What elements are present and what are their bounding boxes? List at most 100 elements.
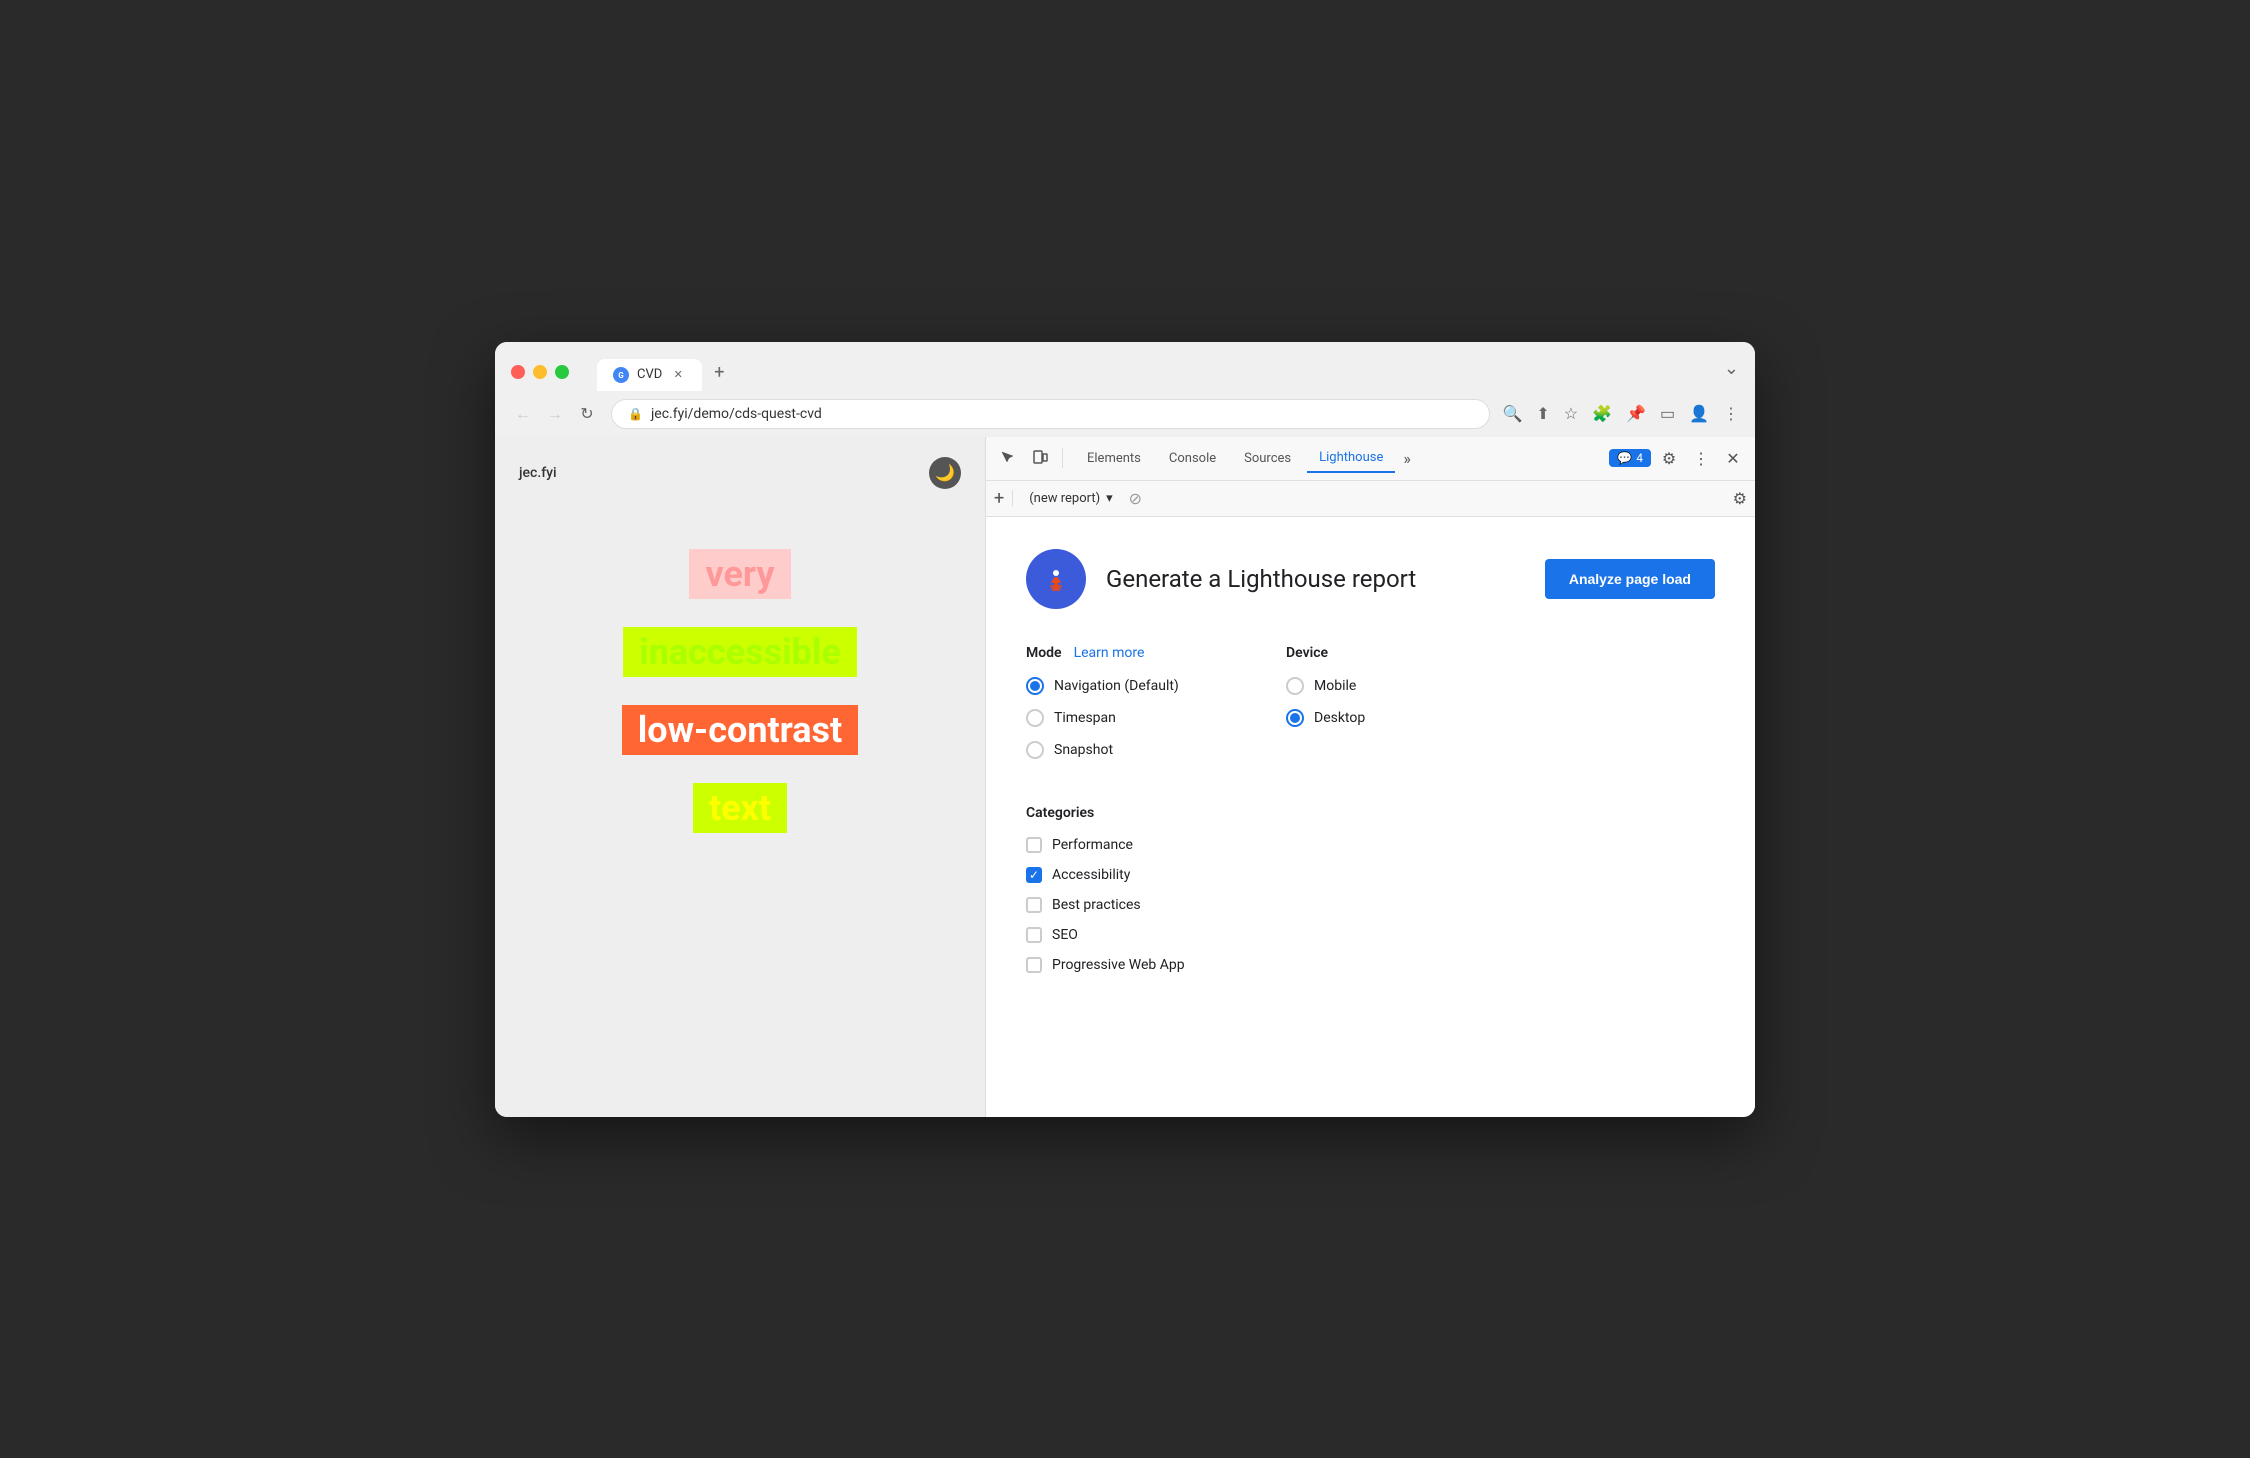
devtools-settings-button[interactable]: ⚙ (1655, 444, 1683, 472)
new-tab-button[interactable]: + (702, 354, 736, 391)
radio-timespan-label: Timespan (1054, 710, 1116, 726)
radio-navigation-circle (1026, 677, 1044, 695)
add-report-button[interactable]: + (994, 488, 1004, 509)
extensions-icon[interactable]: 🧩 (1592, 404, 1612, 423)
website-panel: jec.fyi 🌙 very inaccessible low-contrast… (495, 437, 985, 1117)
mode-label: Mode (1026, 645, 1062, 661)
device-desktop[interactable]: Desktop (1286, 709, 1486, 727)
traffic-lights (511, 365, 569, 379)
pin-icon[interactable]: 📌 (1626, 404, 1646, 423)
main-content: jec.fyi 🌙 very inaccessible low-contrast… (495, 437, 1755, 1117)
url-bar[interactable]: 🔒 jec.fyi/demo/cds-quest-cvd (611, 399, 1490, 429)
tab-console[interactable]: Console (1157, 445, 1228, 472)
lighthouse-content: Generate a Lighthouse report Analyze pag… (986, 517, 1755, 1117)
radio-navigation-label: Navigation (Default) (1054, 678, 1179, 694)
refresh-button[interactable]: ↻ (575, 404, 599, 423)
category-performance[interactable]: Performance (1026, 837, 1715, 853)
devtools-right-controls: 💬 4 ⚙ ⋮ ✕ (1609, 444, 1747, 472)
share-icon[interactable]: ⬆ (1536, 404, 1549, 423)
tab-label: CVD (637, 367, 662, 382)
checkbox-pwa-label: Progressive Web App (1052, 957, 1185, 973)
website-header: jec.fyi 🌙 (495, 457, 985, 509)
search-icon[interactable]: 🔍 (1502, 404, 1522, 423)
checkbox-seo (1026, 927, 1042, 943)
checkbox-accessibility-label: Accessibility (1052, 867, 1130, 883)
tab-close-button[interactable]: ✕ (670, 367, 686, 383)
options-row: Mode Learn more Navigation (Default) Tim… (1026, 645, 1715, 773)
mode-timespan[interactable]: Timespan (1026, 709, 1226, 727)
lighthouse-settings-button[interactable]: ⚙ (1733, 489, 1747, 508)
device-toolbar-button[interactable] (1026, 444, 1054, 472)
devtools-tabs: Elements Console Sources Lighthouse » (1075, 444, 1415, 473)
devtools-header: Elements Console Sources Lighthouse » (986, 437, 1755, 481)
demo-word-very: very (689, 549, 790, 599)
mode-snapshot[interactable]: Snapshot (1026, 741, 1226, 759)
category-seo[interactable]: SEO (1026, 927, 1715, 943)
forward-button[interactable]: → (543, 404, 567, 424)
radio-desktop-label: Desktop (1314, 710, 1365, 726)
console-badge[interactable]: 💬 4 (1609, 449, 1651, 467)
no-entry-icon[interactable]: ⊘ (1129, 489, 1142, 508)
device-mobile[interactable]: Mobile (1286, 677, 1486, 695)
mode-navigation[interactable]: Navigation (Default) (1026, 677, 1226, 695)
sidebar-icon[interactable]: ▭ (1660, 404, 1675, 423)
badge-icon: 💬 (1617, 451, 1632, 465)
badge-count: 4 (1636, 451, 1643, 465)
svg-text:G: G (618, 371, 624, 380)
traffic-light-yellow[interactable] (533, 365, 547, 379)
report-selector[interactable]: (new report) ▾ (1021, 487, 1120, 510)
radio-mobile-label: Mobile (1314, 678, 1356, 694)
more-tabs-button[interactable]: » (1399, 445, 1415, 472)
radio-timespan-circle (1026, 709, 1044, 727)
lock-icon: 🔒 (628, 407, 643, 421)
back-button[interactable]: ← (511, 404, 535, 424)
demo-word-inaccessible: inaccessible (623, 627, 857, 677)
header-separator-1 (1062, 448, 1063, 468)
category-best-practices[interactable]: Best practices (1026, 897, 1715, 913)
checkbox-best-practices (1026, 897, 1042, 913)
radio-snapshot-label: Snapshot (1054, 742, 1113, 758)
dropdown-icon: ▾ (1106, 491, 1113, 506)
category-accessibility[interactable]: ✓ Accessibility (1026, 867, 1715, 883)
profile-icon[interactable]: 👤 (1689, 404, 1709, 423)
analyze-page-load-button[interactable]: Analyze page load (1545, 559, 1715, 599)
tab-favicon: G (613, 367, 629, 383)
dark-mode-button[interactable]: 🌙 (929, 457, 961, 489)
site-title: jec.fyi (519, 465, 557, 481)
browser-tab-cvd[interactable]: G CVD ✕ (597, 359, 702, 391)
devtools-close-button[interactable]: ✕ (1719, 444, 1747, 472)
category-pwa[interactable]: Progressive Web App (1026, 957, 1715, 973)
report-placeholder: (new report) (1029, 491, 1100, 506)
mode-group: Mode Learn more Navigation (Default) Tim… (1026, 645, 1226, 773)
nav-buttons: ← → ↻ (511, 404, 599, 424)
traffic-light-green[interactable] (555, 365, 569, 379)
checkbox-seo-label: SEO (1052, 927, 1078, 943)
bookmark-icon[interactable]: ☆ (1564, 404, 1578, 423)
mode-header: Mode Learn more (1026, 645, 1226, 661)
tab-bar-dropdown[interactable]: ⌄ (1724, 358, 1739, 387)
browser-window: G CVD ✕ + ⌄ ← → ↻ 🔒 jec.fyi/demo/cds-que… (495, 342, 1755, 1117)
lighthouse-title: Generate a Lighthouse report (1106, 565, 1525, 593)
more-icon[interactable]: ⋮ (1723, 404, 1739, 423)
lighthouse-logo (1026, 549, 1086, 609)
categories-title: Categories (1026, 805, 1715, 821)
checkbox-performance-label: Performance (1052, 837, 1133, 853)
device-group: Device Mobile Desktop (1286, 645, 1486, 773)
device-label: Device (1286, 645, 1328, 661)
radio-snapshot-circle (1026, 741, 1044, 759)
tab-sources[interactable]: Sources (1232, 445, 1303, 472)
learn-more-link[interactable]: Learn more (1074, 645, 1145, 661)
checkbox-best-practices-label: Best practices (1052, 897, 1141, 913)
toolbar-separator (1012, 490, 1013, 506)
tab-lighthouse[interactable]: Lighthouse (1307, 444, 1395, 473)
device-header: Device (1286, 645, 1486, 661)
inspect-tool-button[interactable] (994, 444, 1022, 472)
devtools-more-button[interactable]: ⋮ (1687, 444, 1715, 472)
tab-elements[interactable]: Elements (1075, 445, 1153, 472)
checkbox-accessibility: ✓ (1026, 867, 1042, 883)
demo-word-text: text (693, 783, 787, 833)
checkbox-pwa (1026, 957, 1042, 973)
address-bar: ← → ↻ 🔒 jec.fyi/demo/cds-quest-cvd 🔍 ⬆ ☆… (495, 391, 1755, 437)
title-bar: G CVD ✕ + ⌄ (495, 342, 1755, 391)
traffic-light-red[interactable] (511, 365, 525, 379)
